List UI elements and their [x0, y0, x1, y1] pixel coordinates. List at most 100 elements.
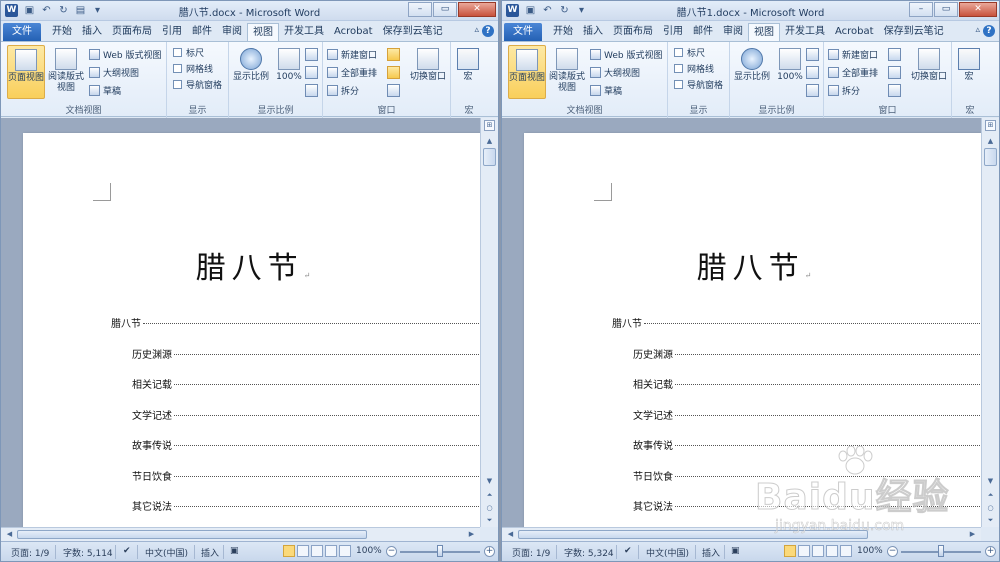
synchronous-scrolling-icon[interactable] [888, 66, 901, 79]
nav-pane-checkbox[interactable]: 导航窗格 [674, 76, 723, 92]
scroll-up-arrow-icon[interactable]: ▲ [984, 136, 997, 147]
title-bar[interactable]: W ▣ ↶ ↻ ▾ 腊八节1.docx - Microsoft Word – ▭… [502, 1, 999, 21]
browse-object-icon[interactable]: ○ [984, 503, 997, 514]
page-indicator[interactable]: 页面: 1/9 [512, 546, 550, 559]
toc-item[interactable]: 文学记述 [111, 406, 480, 438]
minimize-ribbon-icon[interactable]: ▵ [975, 25, 980, 37]
vertical-scroll-thumb[interactable] [483, 148, 496, 166]
horizontal-scrollbar[interactable]: ◀ ▶ [502, 527, 981, 541]
arrange-all-button[interactable]: 全部重排 [828, 64, 878, 80]
one-page-icon[interactable] [305, 48, 318, 61]
proofing-icon[interactable]: ✔ [624, 546, 632, 556]
page-width-icon[interactable] [305, 84, 318, 97]
draft-icon[interactable] [339, 545, 351, 557]
scroll-up-arrow-icon[interactable]: ▲ [483, 136, 496, 147]
draft-view-button[interactable]: 草稿 [590, 82, 622, 98]
switch-windows-button[interactable]: 切换窗口 [407, 45, 449, 99]
scroll-down-arrow-icon[interactable]: ▼ [984, 476, 997, 487]
tab-view[interactable]: 视图 [748, 23, 780, 41]
view-side-by-side-icon[interactable] [888, 48, 901, 61]
horizontal-scrollbar[interactable]: ◀ ▶ [1, 527, 480, 541]
switch-windows-button[interactable]: 切换窗口 [908, 45, 950, 99]
tab-mailings[interactable]: 邮件 [688, 23, 718, 41]
document-area[interactable]: 腊八节↵ 腊八节 历史渊源 相关记载 文学记述 故事传说 节日饮食 其它说法 [502, 118, 981, 527]
document-area[interactable]: 腊八节↵ 腊八节 历史渊源 相关记载 文学记述 故事传说 节日饮食 其它说法 [1, 118, 480, 527]
split-button[interactable]: 拆分 [828, 82, 860, 98]
new-window-button[interactable]: 新建窗口 [327, 46, 377, 62]
nav-pane-checkbox[interactable]: 导航窗格 [173, 76, 222, 92]
tab-insert[interactable]: 插入 [77, 23, 107, 41]
web-layout-icon[interactable] [311, 545, 323, 557]
tab-review[interactable]: 审阅 [217, 23, 247, 41]
toc-item[interactable]: 相关记载 [612, 376, 981, 407]
ruler-checkbox[interactable]: 标尺 [173, 44, 204, 60]
page-view-button[interactable]: 页面视图 [508, 45, 546, 99]
gridlines-checkbox[interactable]: 网格线 [173, 60, 213, 76]
view-ruler-icon[interactable]: ⊞ [985, 120, 996, 131]
tab-save-to-cloud-notes[interactable]: 保存到云笔记 [378, 23, 448, 41]
zoom-100-button[interactable]: 100% [771, 45, 809, 99]
split-button[interactable]: 拆分 [327, 82, 359, 98]
toc-item[interactable]: 相关记载 [111, 376, 480, 407]
toc-item[interactable]: 故事传说 [111, 437, 480, 468]
language-indicator[interactable]: 中文(中国) [145, 546, 188, 559]
tab-references[interactable]: 引用 [658, 23, 688, 41]
proofing-icon[interactable]: ✔ [123, 546, 131, 556]
zoom-slider-knob[interactable] [938, 545, 944, 557]
zoom-in-icon[interactable]: + [484, 546, 495, 557]
new-window-button[interactable]: 新建窗口 [828, 46, 878, 62]
insert-mode-indicator[interactable]: 插入 [201, 546, 219, 559]
page-view-button[interactable]: 页面视图 [7, 45, 45, 99]
word-count[interactable]: 字数: 5,114 [63, 546, 113, 559]
toc-item[interactable]: 腊八节 [111, 315, 480, 346]
one-page-icon[interactable] [806, 48, 819, 61]
word-count[interactable]: 字数: 5,324 [564, 546, 614, 559]
document-page[interactable]: 腊八节↵ 腊八节 历史渊源 相关记载 文学记述 故事传说 节日饮食 其它说法 [524, 133, 981, 527]
reset-window-position-icon[interactable] [888, 84, 901, 97]
close-button[interactable]: ✕ [458, 2, 496, 17]
outline-view-button[interactable]: 大纲视图 [590, 64, 640, 80]
page-width-icon[interactable] [806, 84, 819, 97]
toc-item[interactable]: 历史渊源 [612, 345, 981, 377]
outline-icon[interactable] [826, 545, 838, 557]
horizontal-scroll-thumb[interactable] [17, 530, 367, 539]
close-button[interactable]: ✕ [959, 2, 997, 17]
reading-view-button[interactable]: 阅读版式视图 [548, 45, 586, 99]
web-view-button[interactable]: Web 版式视图 [89, 46, 161, 62]
reading-view-button[interactable]: 阅读版式视图 [47, 45, 85, 99]
previous-page-icon[interactable]: ⏶ [483, 490, 496, 501]
tab-references[interactable]: 引用 [157, 23, 187, 41]
maximize-button[interactable]: ▭ [433, 2, 457, 17]
zoom-level[interactable]: 100% [857, 546, 883, 556]
zoom-100-button[interactable]: 100% [270, 45, 308, 99]
scroll-left-arrow-icon[interactable]: ◀ [3, 529, 16, 540]
tab-home[interactable]: 开始 [47, 23, 77, 41]
next-page-icon[interactable]: ⏷ [483, 515, 496, 526]
tab-review[interactable]: 审阅 [718, 23, 748, 41]
vertical-scrollbar[interactable]: ⊞ ▲ ▼ ⏶ ○ ⏷ [981, 118, 999, 527]
language-indicator[interactable]: 中文(中国) [646, 546, 689, 559]
toc-item[interactable]: 节日饮食 [612, 467, 981, 499]
tab-acrobat[interactable]: Acrobat [830, 23, 879, 41]
browse-object-icon[interactable]: ○ [483, 503, 496, 514]
zoom-slider-knob[interactable] [437, 545, 443, 557]
zoom-in-icon[interactable]: + [985, 546, 996, 557]
macro-record-icon[interactable]: ▣ [230, 546, 239, 556]
full-screen-reading-icon[interactable] [798, 545, 810, 557]
tab-home[interactable]: 开始 [548, 23, 578, 41]
file-tab[interactable]: 文件 [504, 23, 542, 41]
zoom-out-icon[interactable]: − [887, 546, 898, 557]
tab-view[interactable]: 视图 [247, 23, 279, 41]
file-tab[interactable]: 文件 [3, 23, 41, 41]
help-icon[interactable]: ? [983, 25, 995, 37]
vertical-scroll-thumb[interactable] [984, 148, 997, 166]
tab-insert[interactable]: 插入 [578, 23, 608, 41]
outline-view-button[interactable]: 大纲视图 [89, 64, 139, 80]
web-view-button[interactable]: Web 版式视图 [590, 46, 662, 62]
reset-window-position-icon[interactable] [387, 84, 400, 97]
macros-button[interactable]: 宏 [952, 45, 986, 99]
help-icon[interactable]: ? [482, 25, 494, 37]
toc-item[interactable]: 历史渊源 [111, 345, 480, 377]
view-side-by-side-icon[interactable] [387, 48, 400, 61]
tab-mailings[interactable]: 邮件 [187, 23, 217, 41]
